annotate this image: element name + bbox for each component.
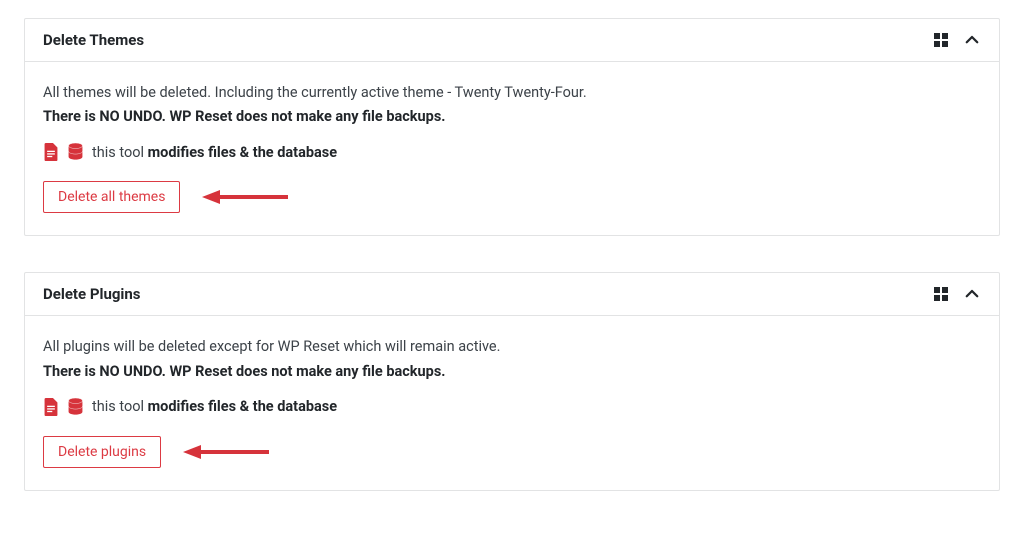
database-icon [67,398,84,416]
warning-text: There is NO UNDO. WP Reset does not make… [43,108,981,125]
card-header: Delete Themes [25,19,999,62]
modifies-bold: modifies files & the database [148,398,337,415]
modifies-row: this tool modifies files & the database [43,143,981,161]
grid-icon[interactable] [933,32,949,48]
card-header-actions [933,285,981,303]
file-icon [43,398,59,416]
arrow-left-icon [202,187,292,207]
file-icon [43,143,59,161]
action-row: Delete all themes [43,181,981,213]
modifies-text: this tool modifies files & the database [92,398,337,415]
action-row: Delete plugins [43,436,981,468]
arrow-left-icon [183,442,273,462]
grid-icon[interactable] [933,286,949,302]
card-body: All plugins will be deleted except for W… [25,316,999,489]
delete-plugins-card: Delete Plugins All plugins will be delet… [24,272,1000,490]
delete-themes-card: Delete Themes All themes will be deleted… [24,18,1000,236]
delete-all-themes-button[interactable]: Delete all themes [43,181,180,213]
database-icon [67,143,84,161]
card-header: Delete Plugins [25,273,999,316]
modifies-lead: this tool [92,398,148,415]
chevron-up-icon[interactable] [963,285,981,303]
card-title: Delete Plugins [43,285,141,303]
card-title: Delete Themes [43,31,144,49]
modifies-bold: modifies files & the database [148,144,337,161]
card-header-actions [933,31,981,49]
card-body: All themes will be deleted. Including th… [25,62,999,235]
description-text: All plugins will be deleted except for W… [43,336,981,358]
modifies-row: this tool modifies files & the database [43,398,981,416]
modifies-text: this tool modifies files & the database [92,144,337,161]
description-text: All themes will be deleted. Including th… [43,82,981,104]
delete-plugins-button[interactable]: Delete plugins [43,436,161,468]
modifies-lead: this tool [92,144,148,161]
warning-text: There is NO UNDO. WP Reset does not make… [43,363,981,380]
chevron-up-icon[interactable] [963,31,981,49]
